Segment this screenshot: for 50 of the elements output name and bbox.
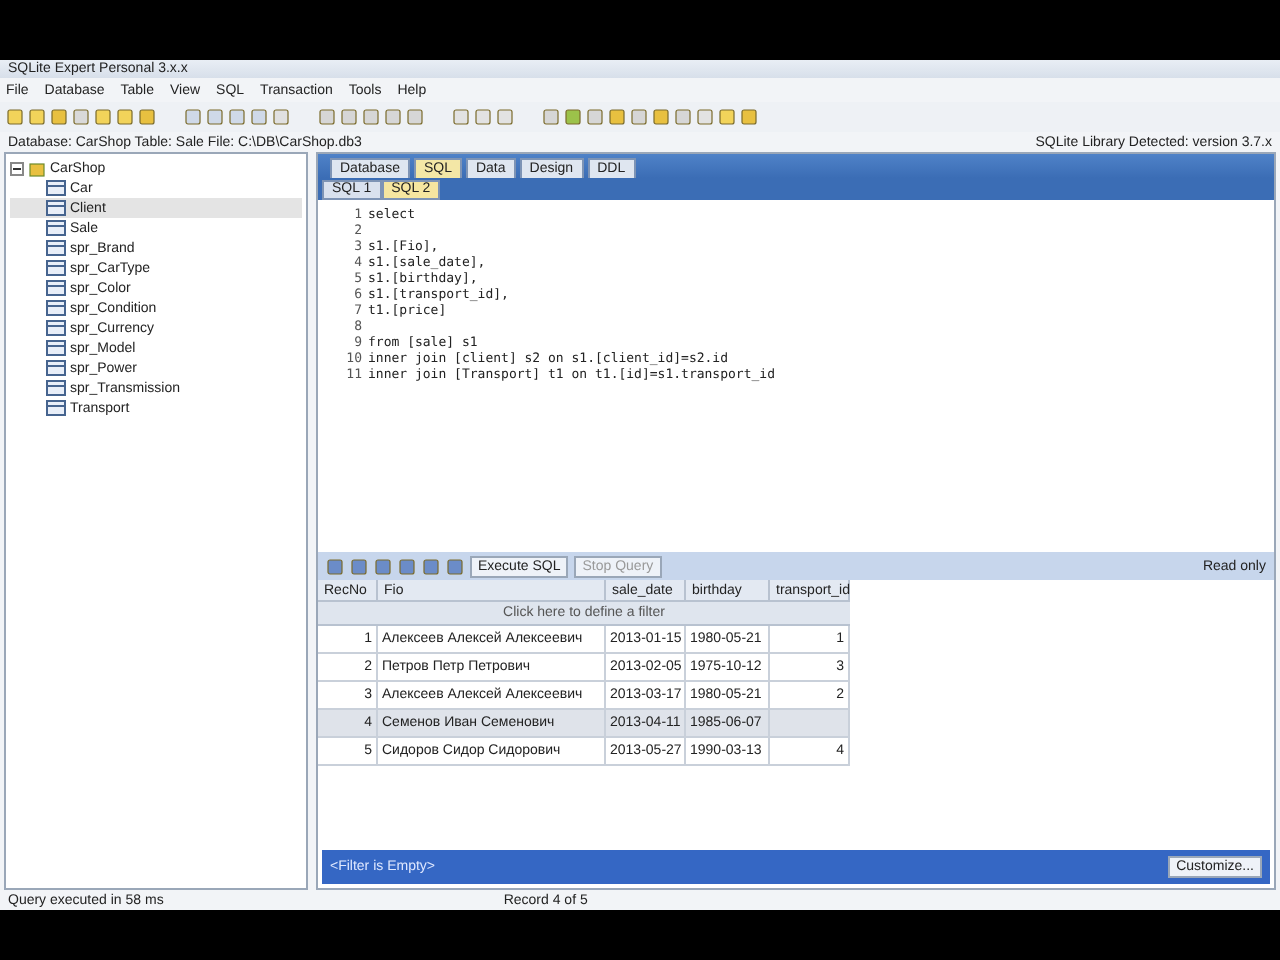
navigator-square-icon[interactable] [446,557,464,575]
toolbar-square-icon[interactable] [116,108,134,126]
table-icon [46,320,66,336]
toolbar-square-icon[interactable] [474,108,492,126]
toolbar-square-icon[interactable] [94,108,112,126]
toolbar-square-icon[interactable] [184,108,202,126]
toolbar-square-icon[interactable] [384,108,402,126]
toolbar-square-icon[interactable] [406,108,424,126]
toolbar-square-icon[interactable] [586,108,604,126]
toolbar-square-icon[interactable] [138,108,156,126]
toolbar-square-icon[interactable] [206,108,224,126]
toolbar-square-icon[interactable] [362,108,380,126]
toolbar-square-icon[interactable] [630,108,648,126]
toolbar-square-icon[interactable] [564,108,582,126]
toolbar-square-icon[interactable] [452,108,470,126]
toolbar-square-icon[interactable] [608,108,626,126]
table-icon [46,280,66,296]
table-icon [46,400,66,416]
navigator-square-icon[interactable] [374,557,392,575]
toolbar-square-icon[interactable] [272,108,290,126]
table-icon [46,200,66,216]
toolbar-square-icon[interactable] [250,108,268,126]
toolbar-square-icon[interactable] [318,108,336,126]
table-icon [46,360,66,376]
table-icon [46,220,66,236]
toolbar-square-icon[interactable] [228,108,246,126]
toolbar-square-icon[interactable] [674,108,692,126]
toolbar-square-icon[interactable] [72,108,90,126]
toolbar-square-icon[interactable] [718,108,736,126]
table-icon [46,260,66,276]
toolbar-square-icon[interactable] [496,108,514,126]
table-icon [46,380,66,396]
table-icon [46,340,66,356]
toolbar-square-icon[interactable] [340,108,358,126]
navigator-square-icon[interactable] [422,557,440,575]
toolbar-square-icon[interactable] [6,108,24,126]
toolbar-square-icon[interactable] [542,108,560,126]
toolbar-square-icon[interactable] [50,108,68,126]
table-icon [46,240,66,256]
toolbar-square-icon[interactable] [28,108,46,126]
navigator-square-icon[interactable] [350,557,368,575]
toolbar-square-icon[interactable] [652,108,670,126]
database-icon [28,159,46,177]
toolbar-square-icon[interactable] [740,108,758,126]
navigator-square-icon[interactable] [398,557,416,575]
collapse-icon[interactable] [10,161,24,175]
table-icon [46,180,66,196]
navigator-square-icon[interactable] [326,557,344,575]
table-icon [46,300,66,316]
toolbar-square-icon[interactable] [696,108,714,126]
